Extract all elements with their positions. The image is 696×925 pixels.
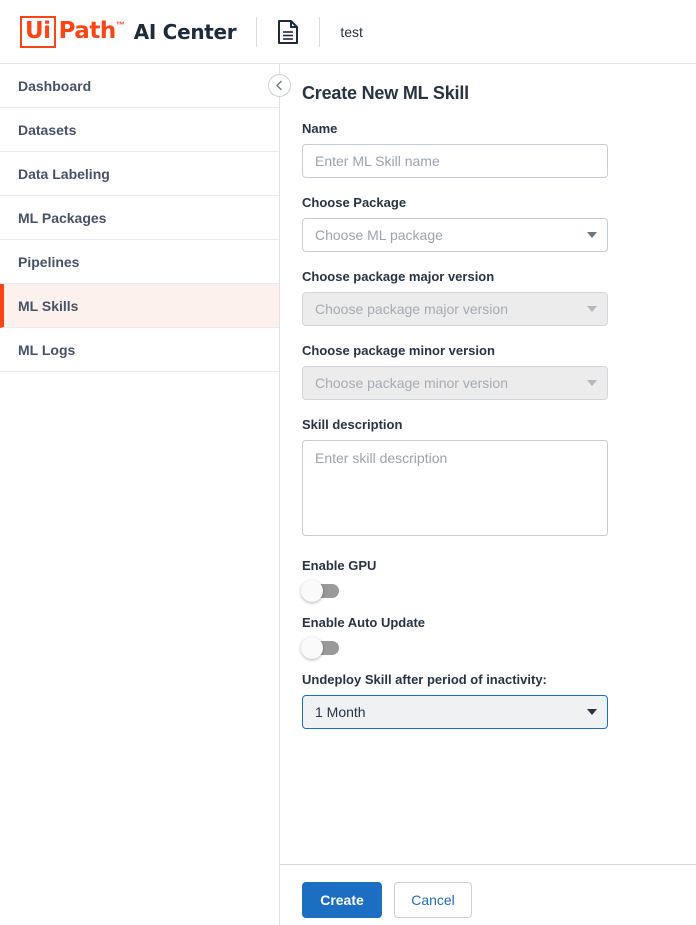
choose-package-value: Choose ML package [315,227,443,243]
app-name-text: AI Center [133,19,237,44]
skill-description-textarea[interactable] [302,440,608,536]
sidebar-item-data-labeling[interactable]: Data Labeling [0,152,279,196]
sidebar-item-dashboard[interactable]: Dashboard [0,64,279,108]
field-enable-gpu: Enable GPU [301,558,608,602]
chevron-left-icon [275,80,284,91]
logo-ui-text: Ui [20,15,56,48]
toggle-knob [301,637,323,659]
enable-auto-update-label: Enable Auto Update [302,615,426,630]
app-header: Ui Path ™ AI Center test [0,0,696,64]
field-enable-auto-update: Enable Auto Update [301,615,608,659]
minor-version-select-wrap: Choose package minor version [302,366,608,400]
toggle-knob [301,580,323,602]
sidebar-item-label: Pipelines [18,253,80,270]
field-skill-description: Skill description [302,417,608,541]
undeploy-period-value: 1 Month [315,704,366,720]
sidebar-item-ml-logs[interactable]: ML Logs [0,328,279,372]
sidebar-item-datasets[interactable]: Datasets [0,108,279,152]
field-minor-version: Choose package minor version Choose pack… [302,343,608,400]
major-version-value: Choose package major version [315,301,508,317]
sidebar-item-label: ML Logs [18,341,76,358]
undeploy-period-label: Undeploy Skill after period of inactivit… [302,672,547,687]
brand-logo[interactable]: Ui Path ™ AI Center [20,15,237,49]
uipath-logo-icon: Ui Path ™ [20,15,125,49]
field-major-version: Choose package major version Choose pack… [302,269,608,326]
major-version-select: Choose package major version [302,292,608,326]
minor-version-value: Choose package minor version [315,375,508,391]
header-divider-1 [256,16,258,47]
logo-trademark-text: ™ [115,19,125,30]
field-name: Name [302,121,608,178]
choose-package-select-wrap: Choose ML package [302,218,608,252]
sidebar-item-ml-packages[interactable]: ML Packages [0,196,279,240]
major-version-select-wrap: Choose package major version [302,292,608,326]
choose-package-select[interactable]: Choose ML package [302,218,608,252]
field-choose-package: Choose Package Choose ML package [302,195,608,252]
field-undeploy-period: Undeploy Skill after period of inactivit… [302,672,608,729]
minor-version-select: Choose package minor version [302,366,608,400]
create-ml-skill-panel: Create New ML Skill Name Choose Package … [280,64,696,925]
enable-gpu-toggle[interactable] [301,580,339,602]
minor-version-label: Choose package minor version [302,343,495,358]
sidebar-item-label: ML Packages [18,209,107,226]
skill-description-label: Skill description [302,417,403,432]
form-actions: Create Cancel [302,882,472,918]
create-ml-skill-form: Name Choose Package Choose ML package Ch… [301,121,608,729]
create-button[interactable]: Create [302,882,382,918]
enable-auto-update-toggle[interactable] [301,637,339,659]
page-title: Create New ML Skill [302,83,469,103]
sidebar-collapse-button[interactable] [268,74,291,97]
cancel-button[interactable]: Cancel [394,882,472,918]
undeploy-period-select-wrap: 1 Month [302,695,608,729]
name-input[interactable] [302,144,608,178]
footer-divider [280,864,696,865]
undeploy-period-select[interactable]: 1 Month [302,695,608,729]
sidebar-item-label: Dashboard [18,77,92,94]
header-divider-2 [319,16,321,47]
enable-gpu-label: Enable GPU [302,558,377,573]
sidebar-item-label: Data Labeling [18,165,110,182]
sidebar-item-pipelines[interactable]: Pipelines [0,240,279,284]
name-label: Name [302,121,338,136]
major-version-label: Choose package major version [302,269,495,284]
document-icon[interactable] [277,19,299,44]
sidebar-item-ml-skills[interactable]: ML Skills [0,284,279,328]
logo-path-text: Path [58,18,117,44]
choose-package-label: Choose Package [302,195,407,210]
sidebar-navigation: Dashboard Datasets Data Labeling ML Pack… [0,64,280,925]
sidebar-item-label: Datasets [18,121,77,138]
sidebar-item-label: ML Skills [18,297,79,314]
project-name-text[interactable]: test [340,24,363,40]
